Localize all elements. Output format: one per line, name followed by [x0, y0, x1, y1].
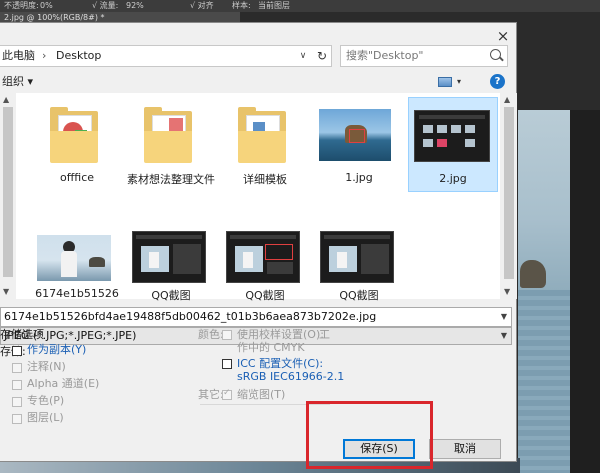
file-label: 素材想法整理文件: [127, 173, 215, 186]
breadcrumb-this-pc[interactable]: 此电脑: [2, 46, 35, 66]
file-item-2jpg[interactable]: 2.jpg: [408, 97, 498, 192]
scroll-up-icon[interactable]: ▲: [3, 95, 9, 104]
file-item-6174e1b51526[interactable]: 6174e1b51526: [32, 205, 122, 300]
alpha-checkbox[interactable]: [12, 380, 22, 390]
photo-rock: [520, 260, 546, 288]
filetype-chevron-down-icon[interactable]: ▼: [501, 328, 507, 344]
file-label: QQ截图: [339, 289, 379, 302]
file-item-offfice[interactable]: offfice: [32, 97, 122, 192]
proof-setup-label: 使用校样设置(O):: [237, 328, 324, 341]
left-scrollbar[interactable]: ▲ ▼: [0, 93, 16, 299]
alpha-label: Alpha 通道(E): [27, 377, 100, 390]
sample-label: 样本:: [232, 1, 251, 10]
flow-label: √ 流量:: [92, 1, 119, 10]
canvas-photo: [518, 110, 570, 473]
scroll-down-icon[interactable]: ▼: [504, 287, 510, 296]
opacity-value[interactable]: 0%: [40, 0, 53, 12]
file-label: offfice: [59, 171, 95, 184]
scroll-up-icon[interactable]: ▲: [504, 95, 510, 104]
flow-value[interactable]: 92%: [126, 0, 144, 12]
view-dropdown-chevron-icon[interactable]: ▾: [457, 73, 461, 91]
spot-checkbox[interactable]: [12, 397, 22, 407]
right-scrollbar[interactable]: ▲ ▼: [500, 93, 517, 299]
proof-setup-value: 工: [319, 328, 330, 341]
image-thumbnail: [37, 235, 111, 281]
image-thumbnail: [414, 110, 490, 162]
view-mode-icon[interactable]: [438, 77, 452, 87]
address-history-chevron-icon[interactable]: ∨: [296, 46, 310, 66]
proof-setup-value-2: 作中的 CMYK: [237, 341, 305, 354]
photoshop-options-bar: 不透明度: 0% √ 流量: 92% √ 对齐 样本: 当前图层: [0, 0, 600, 12]
breadcrumb-desktop[interactable]: Desktop: [56, 46, 101, 66]
help-icon[interactable]: ?: [490, 74, 505, 89]
scroll-thumb[interactable]: [504, 107, 514, 279]
color-label: 颜色:: [198, 328, 224, 341]
sample-value[interactable]: 当前图层: [258, 0, 290, 12]
other-label: 其它:: [198, 388, 224, 401]
search-placeholder: 搜索"Desktop": [346, 49, 424, 62]
filename-input[interactable]: 6174e1b51526bfd4ae19488f5db00462_t01b3b6…: [0, 307, 512, 327]
organize-menu[interactable]: 组织 ▾: [2, 73, 33, 91]
as-copy-checkbox[interactable]: [12, 346, 22, 356]
thumbnail-checkbox[interactable]: [222, 388, 232, 400]
spot-label: 专色(P): [27, 394, 65, 407]
filename-value: 6174e1b51526bfd4ae19488f5db00462_t01b3b6…: [4, 310, 377, 323]
folder-icon: [144, 107, 192, 163]
save-options-title: 存储选项: [0, 328, 44, 341]
as-copy-label[interactable]: 作为副本(Y): [27, 343, 86, 357]
filename-chevron-down-icon[interactable]: ▼: [501, 308, 507, 326]
folder-icon: [50, 107, 98, 163]
file-label: 1.jpg: [345, 171, 373, 184]
icc-profile-checkbox[interactable]: [222, 359, 232, 369]
close-icon[interactable]: ×: [494, 27, 512, 45]
layers-label: 图层(L): [27, 411, 64, 424]
image-thumbnail: [226, 231, 300, 283]
scroll-down-icon[interactable]: ▼: [3, 287, 9, 296]
dialog-toolbar: 组织 ▾ ▾ ?: [0, 73, 517, 91]
scroll-thumb[interactable]: [3, 107, 13, 277]
layers-checkbox[interactable]: [12, 414, 22, 424]
icc-profile-value: sRGB IEC61966-2.1: [237, 370, 345, 383]
file-label: 2.jpg: [439, 172, 467, 185]
file-list: ▲ ▼ offfice 素材想法整理文件 详细模板 1.jpg 2.jpg 61…: [0, 93, 517, 302]
search-input[interactable]: 搜索"Desktop": [340, 45, 508, 67]
refresh-icon[interactable]: ↻: [314, 46, 330, 66]
align-checkbox[interactable]: √ 对齐: [190, 0, 214, 12]
image-thumbnail: [319, 109, 391, 161]
opacity-label: 不透明度:: [4, 1, 39, 10]
notes-checkbox[interactable]: [12, 363, 22, 373]
file-item-qq-screenshot-1[interactable]: QQ截图: [126, 205, 216, 302]
save-as-dialog: × 此电脑 › Desktop ∨ ↻ 搜索"Desktop" 组织 ▾ ▾ ?…: [0, 22, 517, 462]
folder-icon: [238, 107, 286, 163]
breadcrumb-separator-icon[interactable]: ›: [42, 46, 46, 66]
proof-setup-checkbox[interactable]: [222, 330, 232, 340]
address-bar[interactable]: 此电脑 › Desktop ∨ ↻: [0, 45, 332, 67]
file-item-1jpg[interactable]: 1.jpg: [314, 97, 404, 192]
image-thumbnail: [320, 231, 394, 283]
search-icon[interactable]: [490, 49, 501, 60]
highlight-annotation: [306, 401, 433, 469]
file-item-materials[interactable]: 素材想法整理文件: [126, 97, 216, 192]
thumbnail-label: 缩览图(T): [237, 388, 286, 401]
image-thumbnail: [132, 231, 206, 283]
workspace-edge: [570, 110, 600, 473]
cancel-button[interactable]: 取消: [429, 439, 501, 459]
file-label: 6174e1b51526: [35, 287, 119, 300]
file-item-templates[interactable]: 详细模板: [220, 97, 310, 192]
icc-profile-label[interactable]: ICC 配置文件(C):: [237, 357, 323, 371]
file-label: 详细模板: [243, 173, 287, 186]
file-item-qq-screenshot-2[interactable]: QQ截图: [220, 205, 310, 302]
photo-sea: [518, 290, 570, 473]
file-label: QQ截图: [245, 289, 285, 302]
notes-label: 注释(N): [27, 360, 66, 373]
file-label: QQ截图: [151, 289, 191, 302]
file-item-qq-screenshot-3[interactable]: QQ截图: [314, 205, 404, 302]
